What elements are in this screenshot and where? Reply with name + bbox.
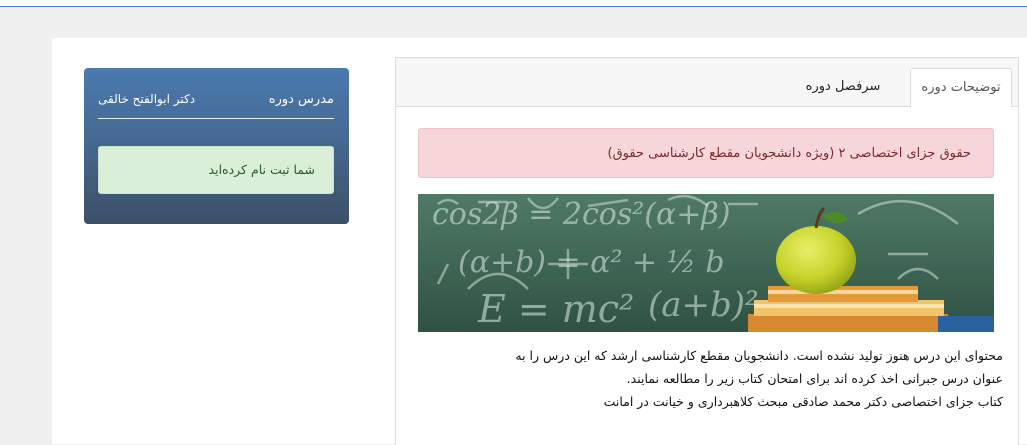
course-title: حقوق جزای اختصاصی ۲ (ویژه دانشجویان مقطع… [607, 146, 972, 161]
top-bar [0, 0, 1027, 7]
course-description: محتوای این درس هنوز تولید نشده است. دانش… [418, 344, 1003, 413]
banner-formula-3: E = mc² [477, 287, 634, 331]
teacher-name[interactable]: دکتر ابوالفتح خالقی [98, 92, 195, 106]
course-title-alert: حقوق جزای اختصاصی ۲ (ویژه دانشجویان مقطع… [418, 128, 994, 178]
teacher-card: مدرس دوره دکتر ابوالفتح خالقی شما ثبت نا… [84, 68, 349, 224]
description-line-1: محتوای این درس هنوز تولید نشده است. دانش… [515, 348, 1003, 363]
banner-formula-4: (a+b)² [648, 285, 759, 325]
banner-formula-1: cos2β = 2cos²(α+β) [432, 197, 730, 232]
teacher-label: مدرس دوره [268, 92, 334, 107]
course-tabs-panel: توضیحات دوره سرفصل دوره حقوق جزای اختصاص… [395, 57, 1019, 445]
tab-course-syllabus[interactable]: سرفصل دوره [798, 68, 888, 106]
tabs-header: توضیحات دوره سرفصل دوره [396, 58, 1018, 108]
description-line-2: عنوان درس جبرانی اخذ کرده اند برای امتحا… [626, 371, 1003, 386]
banner-formula-2: (α+b) = α² + ½ b [458, 245, 725, 280]
enrollment-status-badge: شما ثبت نام کرده‌اید [98, 146, 334, 194]
course-banner-image: cos2β = 2cos²(α+β) (α+b) = α² + ½ b E = … [418, 194, 994, 332]
tab-course-description[interactable]: توضیحات دوره [910, 68, 1012, 108]
teacher-row: مدرس دوره دکتر ابوالفتح خالقی [98, 92, 334, 119]
description-line-3: کتاب جزای اختصاصی دکتر محمد صادقی مبحث ک… [603, 394, 1003, 409]
chalkboard-apple-illustration: cos2β = 2cos²(α+β) (α+b) = α² + ½ b E = … [418, 194, 994, 332]
